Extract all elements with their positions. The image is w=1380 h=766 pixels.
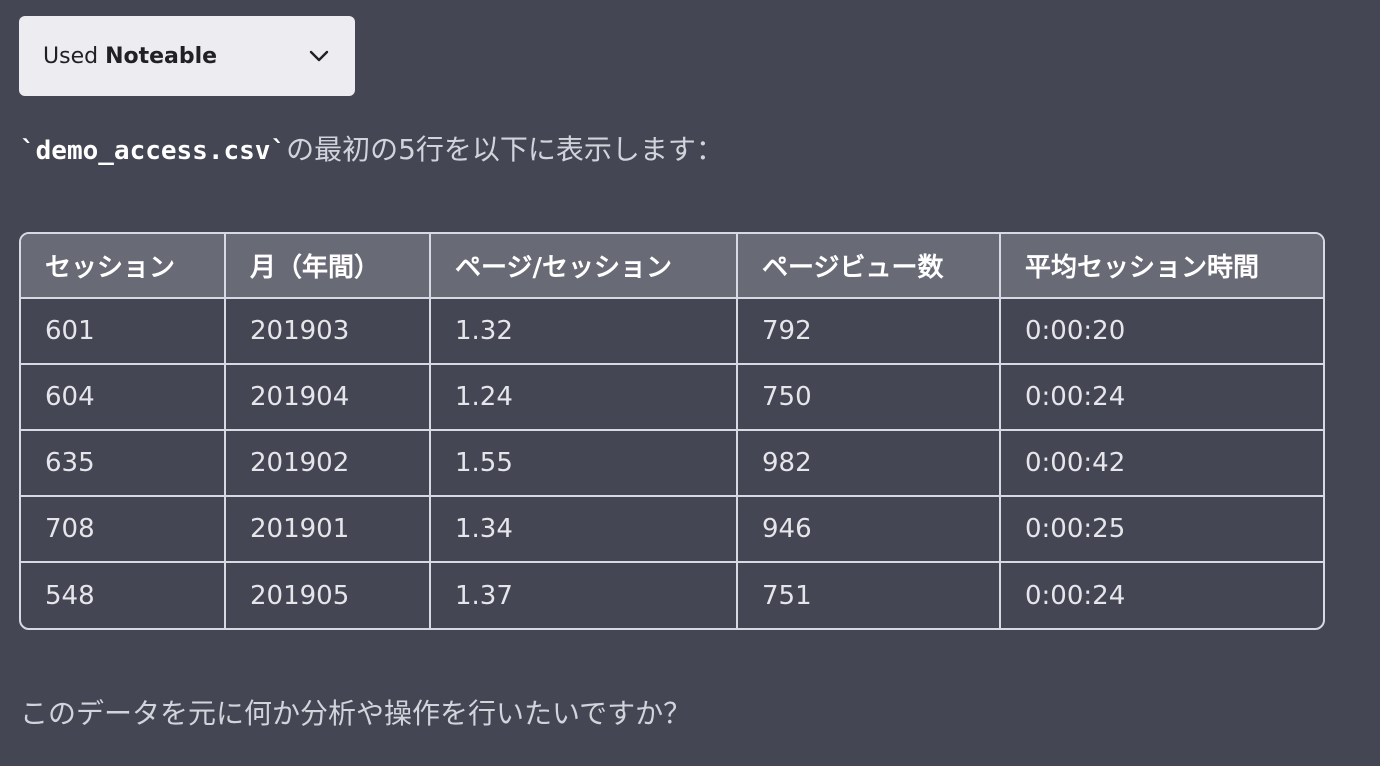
table-header-cell: ページ/セッション: [429, 234, 738, 299]
table-cell: 201904: [224, 363, 431, 431]
table-row: 548 201905 1.37 751 0:00:24: [21, 561, 1323, 628]
chat-message: Used Noteable `demo_access.csv`の最初の5行を以下…: [0, 0, 1380, 766]
table-cell: 0:00:42: [999, 429, 1323, 497]
table-cell: 1.55: [429, 429, 738, 497]
table-row: 635 201902 1.55 982 0:00:42: [21, 429, 1323, 497]
table-cell: 201905: [224, 561, 431, 628]
table-cell: 1.34: [429, 495, 738, 563]
table-row: 604 201904 1.24 750 0:00:24: [21, 363, 1323, 431]
table-header-cell: 月（年間）: [224, 234, 431, 299]
table-cell: 708: [21, 495, 226, 563]
table-cell: 0:00:20: [999, 297, 1323, 365]
table-cell: 982: [736, 429, 1001, 497]
data-table-container: セッション 月（年間） ページ/セッション ページビュー数 平均セッション時間 …: [19, 232, 1325, 630]
table-cell: 1.37: [429, 561, 738, 628]
plugin-used-dropdown[interactable]: Used Noteable: [19, 16, 355, 96]
table-row: 601 201903 1.32 792 0:00:20: [21, 297, 1323, 365]
table-header-cell: セッション: [21, 234, 226, 299]
table-cell: 601: [21, 297, 226, 365]
table-cell: 201903: [224, 297, 431, 365]
table-header-row: セッション 月（年間） ページ/セッション ページビュー数 平均セッション時間: [21, 234, 1323, 299]
plugin-name: Noteable: [105, 43, 218, 69]
table-cell: 751: [736, 561, 1001, 628]
plugin-used-label: Used Noteable: [43, 44, 307, 69]
table-cell: 0:00:24: [999, 561, 1323, 628]
table-cell: 750: [736, 363, 1001, 431]
table-cell: 201901: [224, 495, 431, 563]
table-cell: 0:00:24: [999, 363, 1323, 431]
table-cell: 792: [736, 297, 1001, 365]
outro-text: このデータを元に何か分析や操作を行いたいですか？: [20, 697, 692, 730]
intro-text: `demo_access.csv`の最初の5行を以下に表示します：: [20, 128, 724, 173]
table-cell: 0:00:25: [999, 495, 1323, 563]
table-cell: 1.32: [429, 297, 738, 365]
table-header-cell: ページビュー数: [736, 234, 1001, 299]
table-cell: 1.24: [429, 363, 738, 431]
plugin-prefix: Used: [43, 43, 99, 69]
filename-code: `demo_access.csv`: [20, 136, 287, 166]
chevron-down-icon[interactable]: [307, 44, 331, 68]
table-cell: 201902: [224, 429, 431, 497]
data-table: セッション 月（年間） ページ/セッション ページビュー数 平均セッション時間 …: [21, 234, 1323, 628]
table-cell: 635: [21, 429, 226, 497]
table-header-cell: 平均セッション時間: [999, 234, 1323, 299]
table-cell: 946: [736, 495, 1001, 563]
table-cell: 604: [21, 363, 226, 431]
table-row: 708 201901 1.34 946 0:00:25: [21, 495, 1323, 563]
intro-sentence: の最初の5行を以下に表示します：: [286, 133, 724, 166]
table-cell: 548: [21, 561, 226, 628]
